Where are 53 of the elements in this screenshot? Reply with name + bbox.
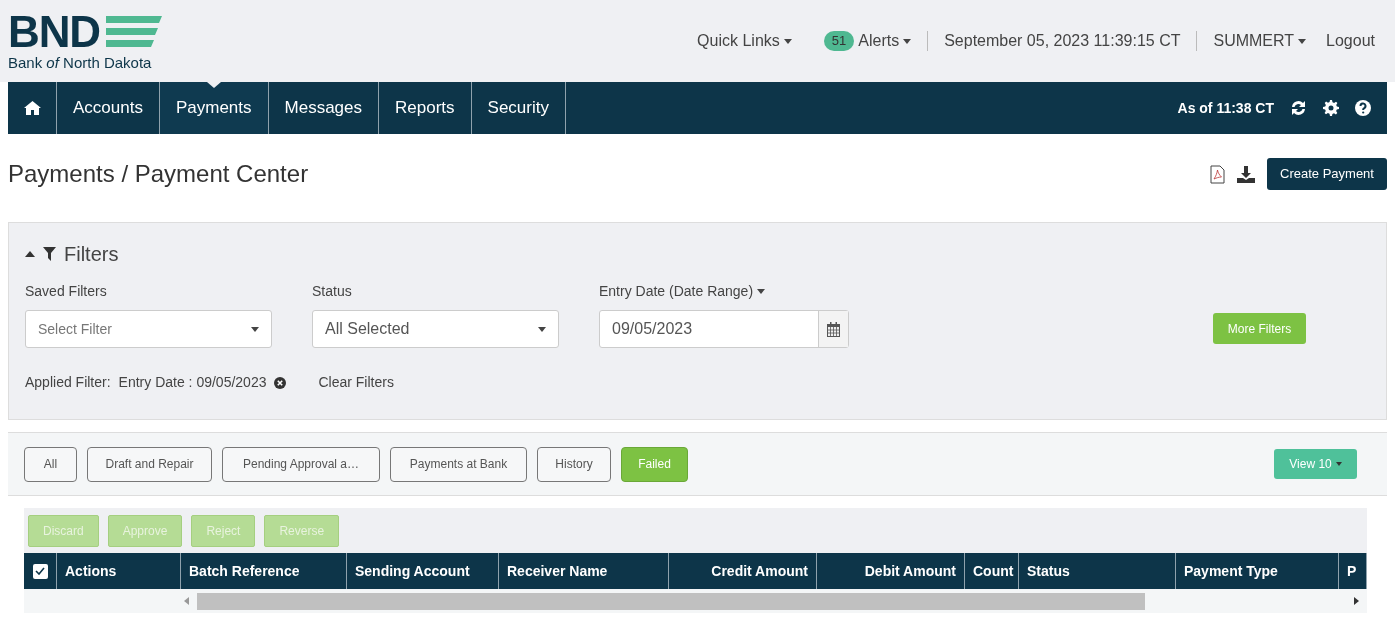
nav-tab[interactable]: Payments [159,82,269,134]
logout-link[interactable]: Logout [1326,29,1375,53]
caret-icon [538,326,546,332]
date-field[interactable]: 09/05/2023 [599,310,849,348]
applied-filter-label: Applied Filter: [25,373,111,392]
home-icon [23,101,41,115]
caret-icon [1298,38,1307,44]
caret-icon [251,326,259,332]
settings-icon[interactable] [1323,100,1339,116]
calendar-icon[interactable] [826,321,841,337]
date-time: September 05, 2023 11:39:15 CT [944,31,1181,51]
logo-mark: BND [8,11,101,52]
alerts-count-badge: 51 [823,31,855,51]
field-label: Entry Date (Date Range) [599,281,849,302]
nav-tab[interactable]: Messages [268,82,379,134]
alerts-menu[interactable]: Alerts [858,29,912,53]
select-all-checkbox[interactable] [32,563,48,579]
select-field[interactable]: All Selected [312,310,559,348]
quick-links-menu[interactable]: Quick Links [697,29,792,53]
scrollbar-thumb[interactable] [197,592,1145,610]
download-icon[interactable] [1237,165,1255,183]
filters-title: Filters [64,242,119,267]
status-tab[interactable]: Payments at Bank [390,446,527,482]
page-title: Payments / Payment Center [8,159,309,189]
caret-icon [757,289,766,294]
scroll-right-icon[interactable] [1354,597,1359,605]
filter-icon [43,247,56,261]
collapse-icon[interactable] [25,251,35,257]
field-label: Saved Filters [25,282,108,301]
applied-filter-text: Entry Date : 09/05/2023 [118,373,267,392]
logo-subtitle: Bank of North Dakota [8,52,153,73]
help-icon[interactable] [1355,100,1371,116]
clear-filters-link[interactable]: Clear Filters [318,372,394,393]
caret-icon [1335,462,1342,466]
scroll-left-icon[interactable] [184,597,189,605]
caret-icon [783,38,792,44]
as-of-time: As of 11:38 CT [1177,98,1274,118]
remove-filter-icon[interactable] [274,376,287,389]
pdf-icon[interactable] [1210,164,1225,184]
select-field[interactable]: Select Filter [25,310,272,348]
stripes-icon [104,15,163,48]
status-tab[interactable]: All [24,446,77,482]
field-label: Status [312,282,353,301]
create-payment-button[interactable]: Create Payment [1267,158,1387,190]
user-menu[interactable]: SUMMERT [1213,29,1307,53]
nav-tab[interactable]: Reports [379,82,472,134]
refresh-icon[interactable] [1290,100,1307,116]
nav-tab[interactable]: Accounts [57,82,160,134]
status-tab[interactable]: Pending Approval a… [222,446,380,482]
caret-icon [903,38,912,44]
nav-tab[interactable]: Security [471,82,566,134]
status-tab[interactable]: Draft and Repair [87,446,212,482]
status-tab[interactable]: History [537,446,611,482]
